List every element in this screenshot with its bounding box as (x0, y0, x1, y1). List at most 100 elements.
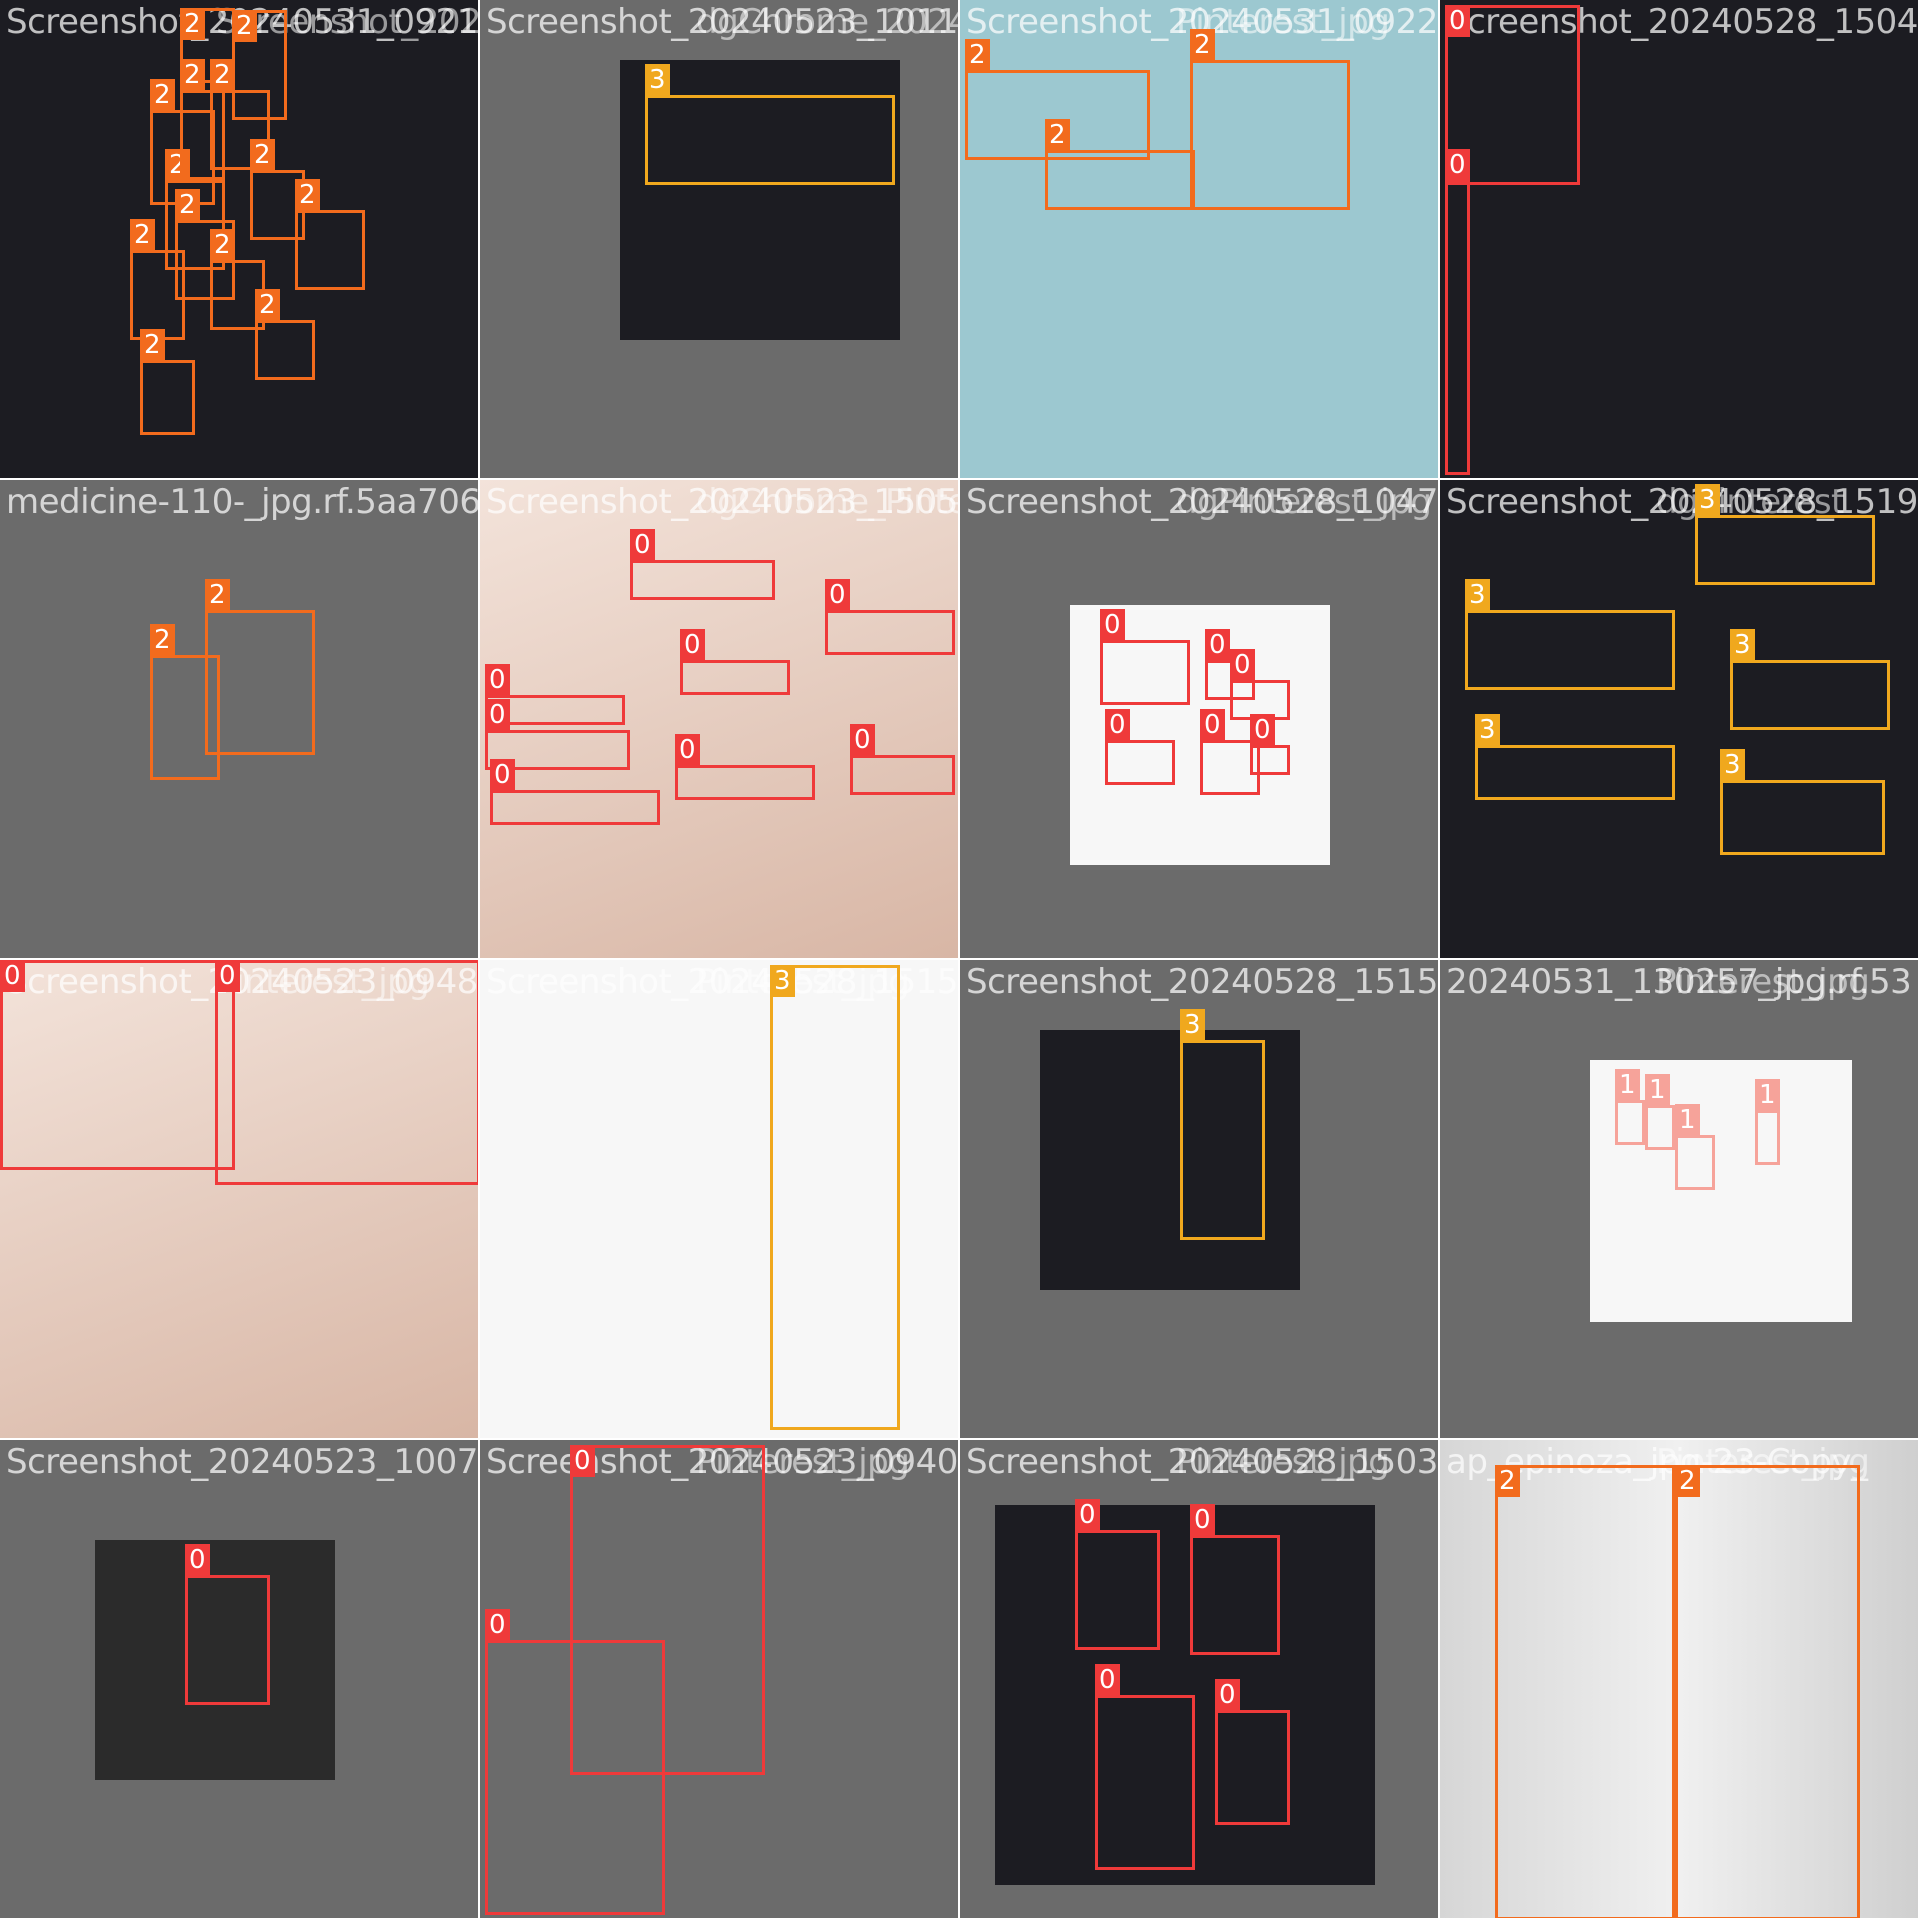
tile-filename: Screenshot_20240523_100708 (6, 1442, 478, 1482)
mosaic-tile: ap_epinoza_jpg-23-Copy_ Pinterest_jpg 2 2 (1440, 1440, 1918, 1918)
class-label: 2 (140, 329, 165, 361)
mosaic-tile: Screenshot_20240528_151520_Pinterest_jpg… (960, 960, 1438, 1438)
class-label: 0 (1250, 714, 1275, 746)
detection-box: 3 (1695, 484, 1875, 585)
class-label: 0 (1230, 649, 1255, 681)
detection-box: 0 (215, 960, 478, 1185)
class-label: 2 (210, 59, 235, 91)
detection-box: 0 (680, 629, 790, 695)
class-label: 0 (630, 529, 655, 561)
class-label: 3 (1730, 629, 1755, 661)
class-label: 2 (150, 624, 175, 656)
mosaic-tile: Screenshot_20240523_094022 Pinterest_jpg 0… (480, 1440, 958, 1918)
class-label: 2 (295, 179, 320, 211)
class-label: 0 (1445, 149, 1470, 181)
detection-box: 2 (140, 329, 195, 435)
class-label: 0 (1205, 629, 1230, 661)
class-label: 1 (1615, 1069, 1640, 1101)
detection-box: 2 (180, 59, 225, 180)
class-label: 0 (1215, 1679, 1240, 1711)
detection-box: 0 (185, 1544, 270, 1705)
mosaic-tile: Screenshot_20240523_150537 dgChrome_Pinte… (480, 480, 958, 958)
detection-box: 0 (485, 1609, 665, 1915)
detection-box: 2 (150, 624, 220, 780)
class-label: 1 (1755, 1079, 1780, 1111)
detection-box: 2 (205, 579, 315, 755)
mosaic-tile: Screenshot_20240528_151520 Pinterest_jpg 3 (480, 960, 958, 1438)
class-label: 0 (570, 1445, 595, 1477)
class-label: 2 (1675, 1465, 1700, 1497)
mosaic-tile: Screenshot_20240528_150316 Pinterest_jpg 0… (960, 1440, 1438, 1918)
mosaic-tile: medicine-110-_jpg.rf.5aa7063 2 2 (0, 480, 478, 958)
class-label: 0 (1095, 1664, 1120, 1696)
detection-box: 3 (645, 64, 895, 185)
class-label: 0 (485, 699, 510, 731)
detection-box: 0 (1215, 1679, 1290, 1825)
class-label: 3 (1465, 579, 1490, 611)
mosaic-tile: 20240531_130257_jpg.rf.53 Pinterest_jpg 1 1… (1440, 960, 1918, 1438)
mosaic-tile: Screenshot_20240528_104736 dgPinterest_jp… (960, 480, 1438, 958)
class-label: 0 (675, 734, 700, 766)
detection-box: 0 (1095, 1664, 1195, 1870)
class-label: 2 (180, 8, 205, 40)
class-label: 2 (180, 59, 205, 91)
detection-box: 0 (0, 960, 235, 1170)
class-label: 0 (485, 1609, 510, 1641)
class-label: 3 (1695, 484, 1720, 516)
class-label: 2 (1495, 1465, 1520, 1497)
class-label: 3 (1475, 714, 1500, 746)
detection-box: 0 (1445, 149, 1470, 475)
mosaic-tile: Screenshot_20240523_094809 Pinterest_jpg 0… (0, 960, 478, 1438)
detection-box: 3 (770, 965, 900, 1430)
class-label: 0 (185, 1544, 210, 1576)
class-label: 0 (1445, 5, 1470, 37)
tile-filename: dgPinterest_jpg (1176, 482, 1432, 522)
class-label: 2 (965, 39, 990, 71)
detection-box: 0 (1190, 1504, 1280, 1655)
mosaic-tile: Screenshot_20240531_0921Screenshot_20240… (0, 0, 478, 478)
detection-box: 2 (1675, 1465, 1860, 1918)
class-label: 0 (1200, 709, 1225, 741)
detection-box: 1 (1675, 1104, 1715, 1190)
tile-filename: Pinterest_jpg (1176, 1442, 1390, 1482)
class-label: 0 (850, 724, 875, 756)
tile-filename: dgChrome_20240523 (696, 2, 958, 42)
class-label: 2 (150, 79, 175, 111)
class-label: 0 (1100, 609, 1125, 641)
detection-box: 1 (1755, 1079, 1780, 1165)
class-label: 3 (645, 64, 670, 96)
detection-box: 0 (1100, 609, 1190, 705)
detection-box: 0 (675, 734, 815, 800)
detection-box: 1 (1645, 1074, 1675, 1150)
class-label: 2 (210, 229, 235, 261)
class-label: 2 (232, 10, 257, 42)
tile-filename: Screenshot_20240528_150316 (966, 1442, 1438, 1482)
detection-box: 2 (1045, 119, 1195, 210)
class-label: 1 (1675, 1104, 1700, 1136)
tile-filename: Screenshot_20240528_104736 (966, 482, 1438, 522)
class-label: 0 (0, 960, 25, 992)
detection-box: 3 (1730, 629, 1890, 730)
class-label: 3 (1720, 749, 1745, 781)
class-label: 2 (255, 289, 280, 321)
class-label: 0 (490, 759, 515, 791)
detection-box: 0 (825, 579, 955, 655)
class-label: 2 (1190, 29, 1215, 61)
class-label: 0 (1105, 709, 1130, 741)
class-label: 0 (1075, 1499, 1100, 1531)
detection-box: 0 (1075, 1499, 1160, 1650)
detection-box: 0 (630, 529, 775, 600)
detection-box: 2 (1190, 29, 1350, 210)
detection-box: 0 (1105, 709, 1175, 785)
class-label: 0 (680, 629, 705, 661)
tile-filename: 20240531_130257_jpg.rf.53 (1446, 962, 1912, 1002)
detection-box: 2 (255, 289, 315, 380)
class-label: 0 (1190, 1504, 1215, 1536)
mosaic-tile: Screenshot_20240531_0922 Pinterest_jpg 2 2 2 (960, 0, 1438, 478)
class-label: 0 (485, 664, 510, 696)
detection-box: 1 (1615, 1069, 1645, 1145)
class-label: 0 (215, 960, 240, 992)
tile-filename: Pinterest_jpg (1656, 962, 1870, 1002)
detection-box: 3 (1180, 1009, 1265, 1240)
mosaic-tile: Screenshot_20240528_1504 0 0 (1440, 0, 1918, 478)
